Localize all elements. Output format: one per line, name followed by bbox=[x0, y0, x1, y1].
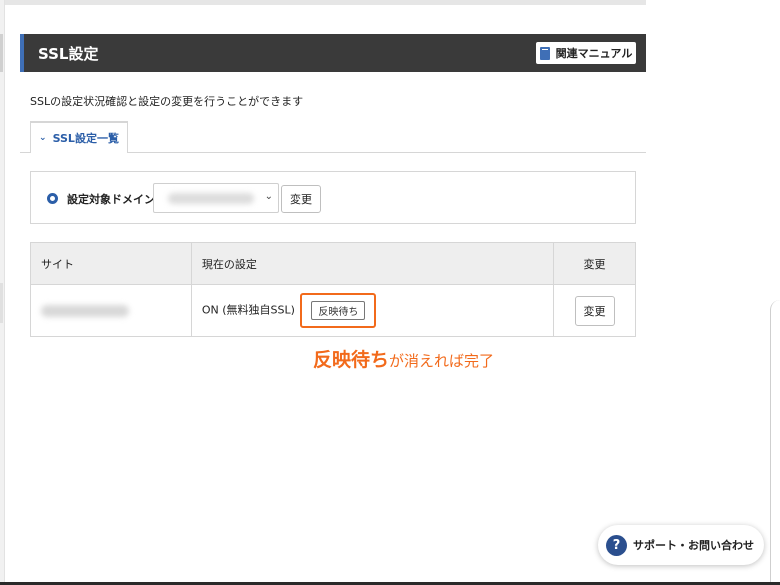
blurred-domain-value bbox=[168, 193, 254, 204]
page-title: SSL設定 bbox=[38, 45, 99, 63]
support-label: サポート・お問い合わせ bbox=[633, 539, 754, 552]
column-header-current: 現在の設定 bbox=[190, 242, 555, 285]
book-icon bbox=[539, 46, 550, 60]
page-description: SSLの設定状況確認と設定の変更を行うことができます bbox=[30, 95, 304, 108]
site-cell bbox=[30, 284, 192, 337]
question-icon: ? bbox=[606, 534, 627, 556]
manual-button[interactable]: 関連マニュアル bbox=[536, 42, 636, 64]
radio-icon bbox=[47, 193, 58, 204]
table-header-row: サイト 現在の設定 変更 bbox=[30, 242, 636, 285]
domain-select[interactable]: ⌄ bbox=[153, 183, 279, 213]
domain-label: 設定対象ドメイン bbox=[67, 193, 155, 206]
device-edge bbox=[770, 300, 780, 584]
domain-change-button[interactable]: 変更 bbox=[281, 185, 321, 213]
annotation-note: 反映待ちが消えれば完了 bbox=[313, 345, 494, 372]
table-row: ON (無料独自SSL) 反映待ち 変更 bbox=[30, 284, 636, 337]
status-badge: 反映待ち bbox=[311, 301, 366, 320]
current-setting-text: ON (無料独自SSL) bbox=[201, 303, 295, 317]
column-header-change: 変更 bbox=[553, 242, 636, 285]
manual-button-label: 関連マニュアル bbox=[555, 47, 633, 60]
chevron-down-icon: ⌄ bbox=[264, 191, 273, 202]
tab-ssl-list[interactable]: ⌄ SSL設定一覧 bbox=[30, 121, 128, 153]
left-rail-marker bbox=[0, 34, 3, 72]
current-setting-cell: ON (無料独自SSL) 反映待ち bbox=[190, 284, 555, 337]
highlight-box: 反映待ち bbox=[300, 293, 377, 328]
left-rail-marker-2 bbox=[0, 283, 3, 323]
column-header-site: サイト bbox=[30, 242, 192, 285]
blurred-site-name bbox=[41, 305, 129, 317]
section-header: SSL設定 関連マニュアル bbox=[20, 34, 646, 72]
domain-selector-panel: 設定対象ドメイン ⌄ 変更 bbox=[30, 171, 636, 224]
annotation-emphasis: 反映待ち bbox=[313, 349, 390, 371]
chevron-down-icon: ⌄ bbox=[39, 133, 47, 143]
annotation-rest: が消えれば完了 bbox=[389, 352, 495, 370]
row-change-button[interactable]: 変更 bbox=[574, 295, 615, 326]
tab-label: SSL設定一覧 bbox=[52, 132, 119, 145]
change-cell: 変更 bbox=[553, 284, 636, 337]
support-button[interactable]: ? サポート・お問い合わせ bbox=[598, 525, 764, 565]
ssl-settings-table: サイト 現在の設定 変更 ON (無料独自SSL) 反映待ち 変更 bbox=[30, 242, 636, 337]
top-strip bbox=[0, 0, 646, 5]
